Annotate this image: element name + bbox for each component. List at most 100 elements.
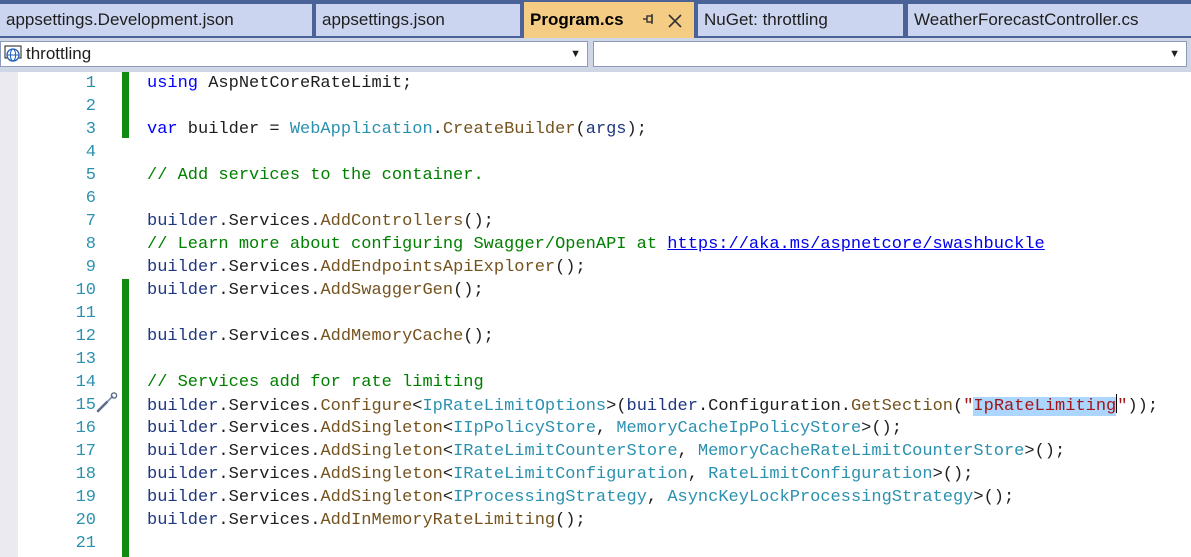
code-token: (); [463, 212, 494, 231]
code-token: < [442, 419, 454, 438]
code-token: args [585, 120, 627, 139]
code-token: IpRateLimitOptions [422, 397, 607, 416]
code-token: IRateLimitCounterStore [453, 442, 678, 461]
tab-label: WeatherForecastController.cs [914, 10, 1139, 29]
code-token: RateLimitConfiguration [708, 465, 933, 484]
line-number: 9 [85, 258, 96, 277]
indicator-margin [0, 72, 18, 557]
navigation-bar: throttling ▼ ▼ [0, 38, 1191, 72]
code-token: >(); [932, 465, 974, 484]
code-token: builder [147, 442, 219, 461]
change-tracking-bar [122, 279, 129, 557]
code-token: Configure [320, 397, 413, 416]
code-token: using [147, 74, 199, 93]
tab-label: NuGet: throttling [704, 10, 828, 29]
tab-label: appsettings.json [322, 10, 445, 29]
code-token: .Services. [218, 419, 321, 438]
code-token: MemoryCacheIpPolicyStore [616, 419, 862, 438]
code-line[interactable]: // Learn more about configuring Swagger/… [147, 233, 1045, 256]
code-editor[interactable]: 1 2 3 4 5 6 7 8 9 10 11 12 13 14 15 16 17 18 19 20 21 using A… [0, 72, 1191, 557]
project-selector-dropdown[interactable]: throttling ▼ [0, 41, 588, 67]
code-token: GetSection [850, 397, 954, 416]
code-token: .Services. [218, 212, 321, 231]
line-number: 3 [85, 120, 96, 139]
tab-nuget-throttling[interactable]: NuGet: throttling [698, 4, 903, 36]
line-number: 13 [75, 350, 96, 369]
line-number: 6 [85, 189, 96, 208]
tab-weatherforecastcontroller-cs[interactable]: WeatherForecastController.cs [908, 4, 1191, 36]
code-line[interactable]: builder.Services.Configure<IpRateLimitOp… [147, 394, 1158, 417]
documentation-link[interactable]: https://aka.ms/aspnetcore/swashbuckle [667, 235, 1044, 254]
tab-label: appsettings.Development.json [6, 10, 234, 29]
code-token: .Services. [218, 397, 321, 416]
project-selector-label: throttling [26, 44, 92, 63]
chevron-down-icon: ▼ [1169, 48, 1180, 60]
code-token: (); [453, 281, 484, 300]
line-number: 20 [75, 511, 96, 530]
code-token: (); [463, 327, 494, 346]
code-token: AddSingleton [320, 488, 443, 507]
line-number: 14 [75, 373, 96, 392]
member-selector-dropdown[interactable]: ▼ [593, 41, 1187, 67]
code-line[interactable]: using AspNetCoreRateLimit; [147, 72, 412, 95]
code-token: .Services. [218, 511, 321, 530]
globe-icon [4, 45, 22, 63]
line-number: 21 [75, 534, 96, 553]
code-token: , [677, 442, 698, 461]
code-token: < [412, 397, 423, 416]
screwdriver-icon[interactable] [95, 392, 119, 414]
code-line[interactable]: builder.Services.AddControllers(); [147, 210, 494, 233]
tab-appsettings-json[interactable]: appsettings.json [316, 4, 520, 36]
code-token: AddSwaggerGen [320, 281, 454, 300]
code-token: . [432, 120, 443, 139]
code-token: IIpPolicyStore [453, 419, 596, 438]
code-token: AddEndpointsApiExplorer [320, 258, 556, 277]
code-token: builder [147, 488, 219, 507]
code-token: builder [147, 258, 219, 277]
close-icon[interactable] [668, 2, 682, 38]
code-token: IpRateLimiting [973, 397, 1117, 416]
code-token: builder = [177, 120, 290, 139]
code-token: .Configuration. [697, 397, 851, 416]
tab-program-cs[interactable]: Program.cs [524, 2, 694, 38]
chevron-down-icon: ▼ [570, 48, 581, 60]
code-line[interactable]: var builder = WebApplication.CreateBuild… [147, 118, 647, 141]
code-token: WebApplication [289, 120, 433, 139]
code-token: < [442, 442, 454, 461]
code-token: AspNetCoreRateLimit; [198, 74, 413, 93]
line-number: 1 [85, 74, 96, 93]
code-token: ); [626, 120, 647, 139]
code-token: AddSingleton [320, 465, 443, 484]
code-token: , [646, 488, 668, 507]
code-token: // Services add for rate limiting [147, 373, 484, 392]
code-line[interactable]: builder.Services.AddEndpointsApiExplorer… [147, 256, 586, 279]
line-number: 8 [85, 235, 96, 254]
tab-label: Program.cs [530, 10, 624, 29]
line-number: 11 [75, 304, 96, 323]
tab-appsettings-development-json[interactable]: appsettings.Development.json [0, 4, 312, 36]
code-line[interactable]: builder.Services.AddSingleton<IRateLimit… [147, 440, 1065, 463]
code-token: builder [147, 397, 219, 416]
code-token: // Add services to the container. [147, 166, 484, 185]
code-line[interactable]: // Services add for rate limiting [147, 371, 484, 394]
code-token: MemoryCacheRateLimitCounterStore [697, 442, 1025, 461]
code-token: AddControllers [320, 212, 464, 231]
code-line[interactable]: builder.Services.AddSingleton<IIpPolicyS… [147, 417, 902, 440]
code-token: builder [626, 397, 698, 416]
code-line[interactable]: builder.Services.AddMemoryCache(); [147, 325, 494, 348]
code-line[interactable]: builder.Services.AddSingleton<IProcessin… [147, 486, 1014, 509]
pin-icon[interactable] [642, 2, 656, 38]
code-token: builder [147, 419, 219, 438]
code-line[interactable]: builder.Services.AddSwaggerGen(); [147, 279, 484, 302]
code-token: .Services. [218, 258, 321, 277]
change-tracking-bar [122, 72, 129, 138]
code-token: IRateLimitConfiguration [453, 465, 688, 484]
code-token: builder [147, 327, 219, 346]
code-line[interactable]: builder.Services.AddInMemoryRateLimiting… [147, 509, 586, 532]
line-number: 5 [85, 166, 96, 185]
code-line[interactable]: // Add services to the container. [147, 164, 484, 187]
code-token: builder [147, 281, 219, 300]
code-token: < [442, 488, 454, 507]
code-line[interactable]: builder.Services.AddSingleton<IRateLimit… [147, 463, 973, 486]
code-token: , [687, 465, 709, 484]
